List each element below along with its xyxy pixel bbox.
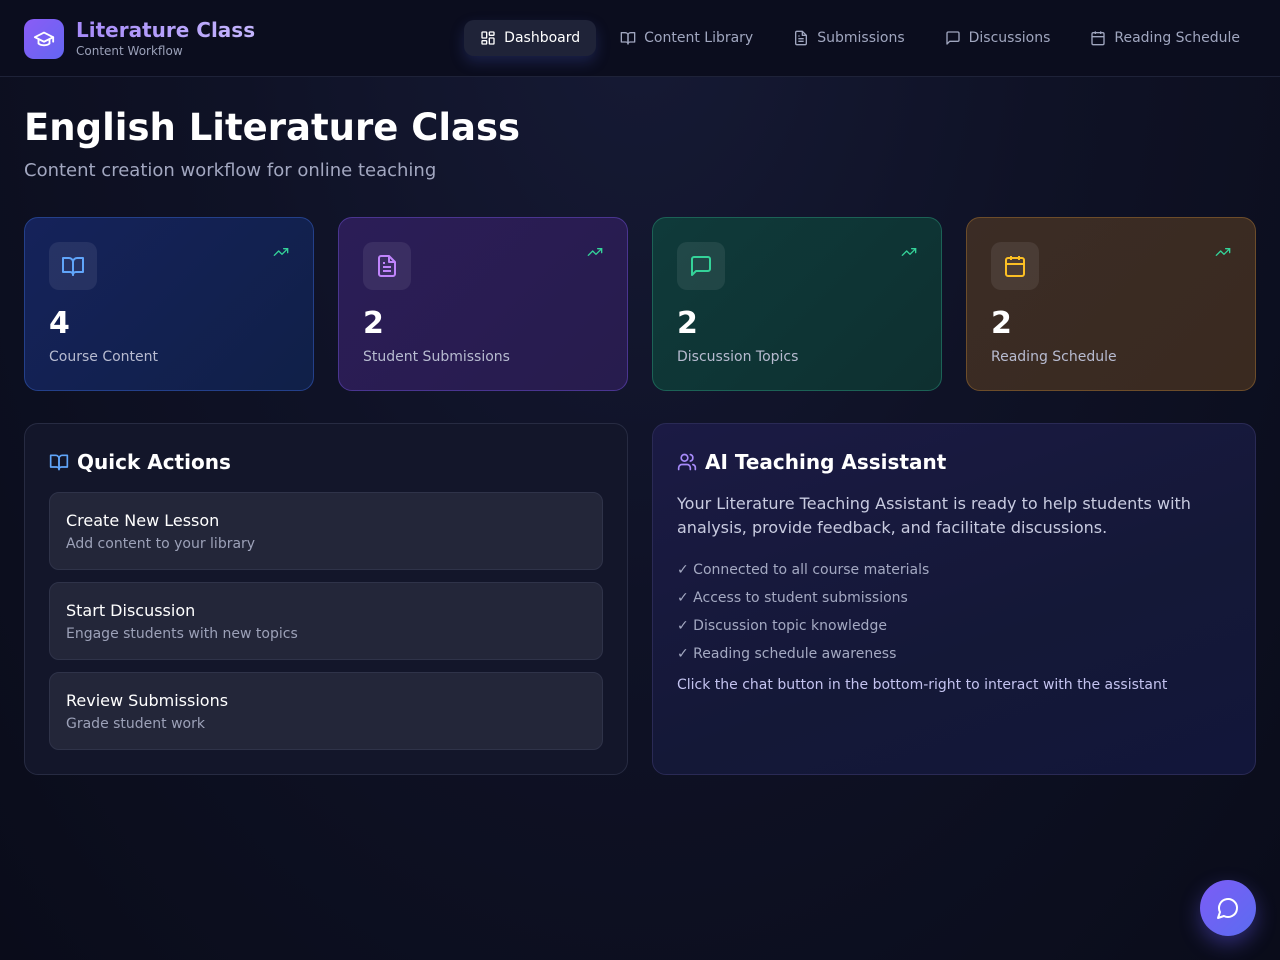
- file-text-icon: [795, 30, 808, 46]
- file-text-icon: [363, 242, 411, 290]
- stat-label: Discussion Topics: [677, 349, 799, 365]
- quick-actions-heading: Quick Actions: [49, 450, 231, 474]
- book-open-icon: [620, 31, 636, 45]
- stat-card-course-content[interactable]: 4 Course Content: [24, 217, 314, 391]
- stat-card-discussion-topics[interactable]: 2 Discussion Topics: [652, 217, 942, 391]
- stat-value: 2: [991, 306, 1012, 341]
- create-lesson-button[interactable]: Create New Lesson Add content to your li…: [49, 492, 603, 570]
- stat-value: 2: [677, 306, 698, 341]
- review-submissions-button[interactable]: Review Submissions Grade student work: [49, 672, 603, 750]
- action-description: Add content to your library: [66, 536, 256, 552]
- ai-assistant-description: Your Literature Teaching Assistant is re…: [677, 494, 1191, 537]
- trending-up-icon: [901, 248, 917, 256]
- brand-title: Literature Class: [76, 18, 256, 42]
- stat-value: 4: [49, 306, 70, 341]
- graduation-cap-icon: [24, 18, 64, 59]
- quick-actions-title: Quick Actions: [77, 450, 231, 474]
- book-open-icon: [49, 454, 69, 471]
- chat-bubble-icon: [1217, 898, 1238, 919]
- top-header: Literature Class Content Workflow Dashbo…: [0, 0, 1280, 77]
- dashboard-grid-icon: [481, 31, 495, 45]
- trending-up-icon: [587, 248, 603, 256]
- ai-feature-list: ✓ Connected to all course materials ✓ Ac…: [677, 556, 929, 668]
- action-title: Start Discussion: [66, 601, 196, 620]
- calendar-icon: [1091, 31, 1106, 46]
- ai-assistant-title: AI Teaching Assistant: [705, 450, 947, 474]
- nav-submissions-label: Submissions: [817, 30, 905, 46]
- brand[interactable]: Literature Class Content Workflow: [24, 18, 255, 59]
- nav-dashboard[interactable]: Dashboard: [464, 20, 597, 56]
- action-description: Grade student work: [66, 716, 205, 732]
- stat-card-reading-schedule[interactable]: 2 Reading Schedule: [966, 217, 1256, 391]
- quick-actions-panel: Quick Actions Create New Lesson Add cont…: [24, 423, 628, 775]
- stat-label: Reading Schedule: [991, 349, 1117, 365]
- action-title: Review Submissions: [66, 691, 229, 710]
- action-description: Engage students with new topics: [66, 626, 298, 642]
- list-item: ✓ Reading schedule awareness: [677, 646, 897, 662]
- nav-dashboard-label: Dashboard: [504, 30, 581, 46]
- list-item: ✓ Discussion topic knowledge: [677, 618, 887, 634]
- message-square-icon: [945, 31, 960, 45]
- nav-discussions-label: Discussions: [968, 30, 1051, 46]
- stat-label: Course Content: [49, 349, 159, 365]
- main-nav: Dashboard Content Library Submissions Di…: [464, 20, 1256, 56]
- page-title: English Literature Class: [24, 106, 521, 149]
- ai-assistant-heading: AI Teaching Assistant: [677, 450, 946, 474]
- stat-value: 2: [363, 306, 384, 341]
- nav-discussions[interactable]: Discussions: [929, 20, 1067, 56]
- list-item: ✓ Access to student submissions: [677, 590, 908, 606]
- users-icon: [677, 453, 697, 471]
- calendar-icon: [991, 242, 1039, 290]
- nav-content-library[interactable]: Content Library: [604, 20, 769, 56]
- stat-card-student-submissions[interactable]: 2 Student Submissions: [338, 217, 628, 391]
- book-open-icon: [49, 242, 97, 290]
- nav-reading-schedule[interactable]: Reading Schedule: [1074, 20, 1256, 56]
- nav-submissions[interactable]: Submissions: [777, 20, 920, 56]
- list-item: ✓ Connected to all course materials: [677, 562, 930, 578]
- trending-up-icon: [273, 248, 289, 256]
- nav-reading-schedule-label: Reading Schedule: [1114, 30, 1240, 46]
- stat-label: Student Submissions: [363, 349, 510, 365]
- page-subtitle: Content creation workflow for online tea…: [24, 160, 437, 181]
- trending-up-icon: [1215, 248, 1231, 256]
- action-title: Create New Lesson: [66, 511, 220, 530]
- ai-assistant-panel: AI Teaching Assistant Your Literature Te…: [652, 423, 1256, 775]
- nav-content-library-label: Content Library: [644, 30, 754, 46]
- ai-assistant-note: Click the chat button in the bottom-righ…: [677, 677, 1168, 693]
- start-discussion-button[interactable]: Start Discussion Engage students with ne…: [49, 582, 603, 660]
- chat-button[interactable]: [1200, 880, 1256, 936]
- message-square-icon: [677, 242, 725, 290]
- brand-subtitle: Content Workflow: [76, 44, 183, 58]
